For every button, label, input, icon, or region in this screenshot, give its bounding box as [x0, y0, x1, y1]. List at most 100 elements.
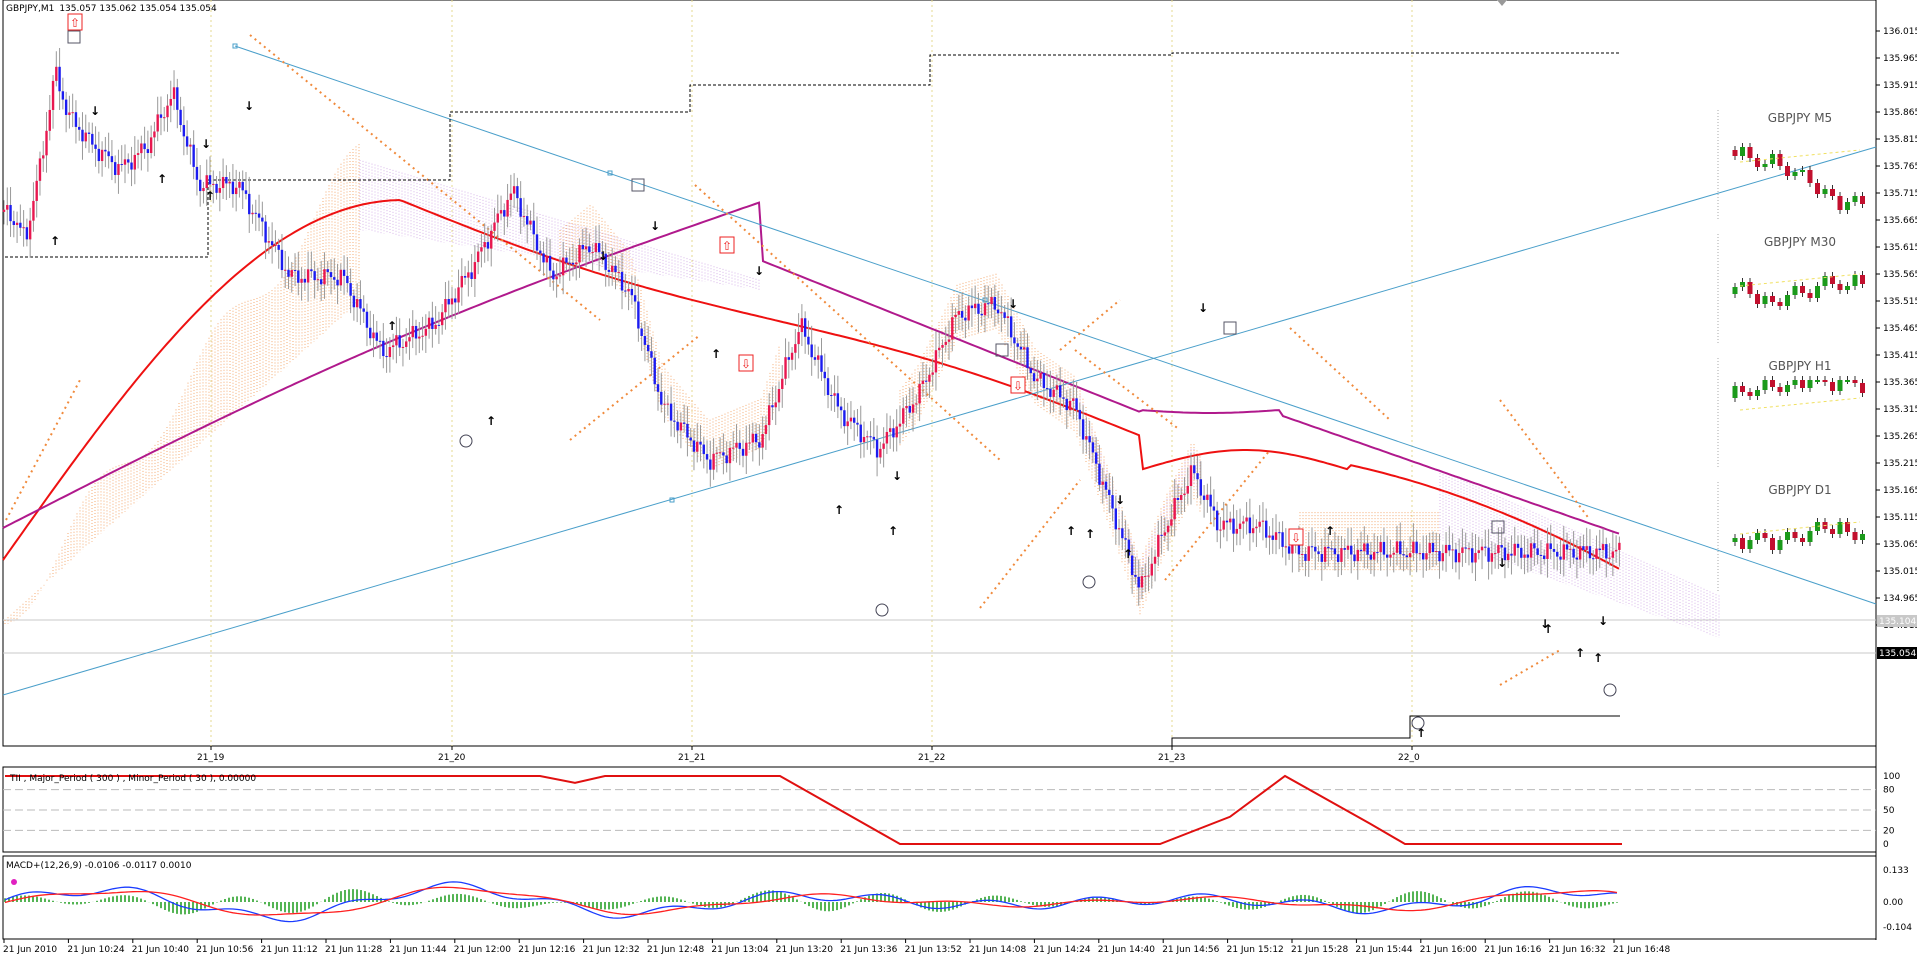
candle-body	[660, 391, 663, 405]
candle-body	[1605, 544, 1608, 559]
candle-body	[447, 298, 450, 305]
candle-body	[1461, 547, 1464, 553]
arrow-down-icon: ↓	[892, 469, 902, 483]
macd-pane-frame	[2, 855, 1877, 940]
candle-body	[362, 308, 365, 312]
candle-body	[555, 276, 558, 280]
dotted-diagonal	[1499, 649, 1561, 686]
candle-body	[532, 220, 535, 235]
candle-body	[1081, 419, 1085, 440]
candle-body	[1166, 525, 1170, 533]
arrow-up-icon: ↑	[834, 503, 844, 517]
mini-candle	[1860, 196, 1865, 204]
candle-body	[1062, 397, 1065, 399]
tii-label: TII , Major_Period ( 300 ) , Minor_Perio…	[9, 774, 256, 784]
candle-body	[418, 336, 421, 339]
candle-body	[902, 408, 905, 424]
candle-body	[1059, 385, 1062, 398]
mini-candle	[1762, 164, 1768, 167]
candle-body	[1251, 528, 1255, 534]
mini-candle	[1800, 380, 1805, 388]
candle-body	[526, 216, 529, 225]
hour-label: 21_23	[1158, 753, 1185, 763]
candle-body	[761, 433, 764, 448]
candle-body	[1032, 373, 1036, 382]
candle-body	[1108, 489, 1111, 496]
candle-body	[1533, 543, 1536, 549]
mini-candle	[1845, 286, 1850, 290]
arrow-up-icon: ↑	[711, 347, 721, 361]
candle-body	[1595, 548, 1598, 559]
candle-body	[784, 357, 787, 379]
mini-candle	[1785, 532, 1790, 540]
time-axis-label: 21 Jun 15:28	[1291, 945, 1348, 955]
mini-candle	[1785, 295, 1790, 306]
candle-body	[1457, 552, 1461, 563]
dotted-diagonal	[5, 379, 81, 521]
candle-body	[1536, 548, 1539, 555]
mini-candle	[1732, 538, 1738, 542]
candle-body	[666, 403, 670, 405]
dotted-diagonal	[1289, 327, 1391, 421]
candle-body	[790, 352, 794, 360]
candle-body	[1575, 557, 1579, 560]
gridlines: 136.015 135.965 135.915 135.865 135.815 135.7…	[3, 0, 1917, 955]
candle-body	[656, 384, 660, 392]
mini-candle	[1762, 296, 1768, 304]
arrow-down-icon: ↓	[1115, 493, 1125, 507]
main-pane-frame	[2, 0, 1877, 747]
candle-body	[355, 299, 359, 308]
arrow-up-icon: ↑	[1593, 651, 1603, 665]
candle-body	[71, 112, 74, 114]
candle-body	[1454, 549, 1458, 563]
candle-body	[571, 262, 575, 265]
hour-label: 21_22	[918, 753, 945, 763]
candle-body	[1467, 548, 1471, 550]
candle-body	[130, 162, 133, 170]
candle-body	[329, 272, 333, 278]
time-axis-label: 21 Jun 13:52	[905, 945, 962, 955]
candle-body	[136, 153, 140, 155]
time-axis-label: 21 Jun 13:04	[711, 945, 768, 955]
candle-body	[885, 431, 889, 444]
candle-body	[918, 383, 921, 404]
candle-body	[1023, 347, 1026, 350]
candle-body	[1565, 544, 1569, 550]
candle-body	[431, 317, 434, 329]
candle-body	[1369, 554, 1373, 560]
candle-body	[1157, 534, 1160, 557]
arrow-down-icon: ↓	[1598, 614, 1608, 628]
mini-candle	[1830, 382, 1835, 391]
mini-candle	[1755, 294, 1760, 304]
candle-body	[117, 164, 120, 175]
candle-body	[954, 314, 957, 318]
mini-candle	[1822, 380, 1828, 382]
candle-body	[166, 105, 169, 118]
price-axis-label: 135.565	[1883, 270, 1917, 280]
candle-body	[990, 297, 993, 305]
candle-body	[722, 452, 725, 456]
candle-body	[1134, 575, 1137, 577]
trading-chart[interactable]: 136.015 135.965 135.915 135.865 135.815 135.7…	[0, 0, 1917, 959]
candle-body	[199, 179, 202, 192]
candle-body	[473, 262, 477, 279]
candle-body	[781, 378, 784, 390]
candle-body	[611, 265, 614, 272]
candle-body	[663, 403, 666, 405]
candle-body	[231, 181, 235, 195]
time-axis-label: 21 Jun 16:32	[1549, 945, 1606, 955]
candle-body	[378, 340, 382, 342]
candle-body	[1088, 436, 1091, 443]
low-circle-icon	[1603, 683, 1617, 697]
macd-axis-label: 0.133	[1883, 866, 1909, 876]
mini-candle	[1815, 183, 1820, 194]
candle-body	[270, 241, 274, 246]
candle-body	[182, 125, 186, 137]
candle-body	[2, 209, 6, 212]
candle-body	[813, 357, 817, 360]
scroll-indicator-icon[interactable]	[1497, 0, 1507, 6]
candle-body	[149, 137, 153, 153]
candle-body	[212, 183, 215, 185]
candle-body	[1278, 532, 1281, 534]
time-axis-label: 21 Jun 13:20	[776, 945, 833, 955]
